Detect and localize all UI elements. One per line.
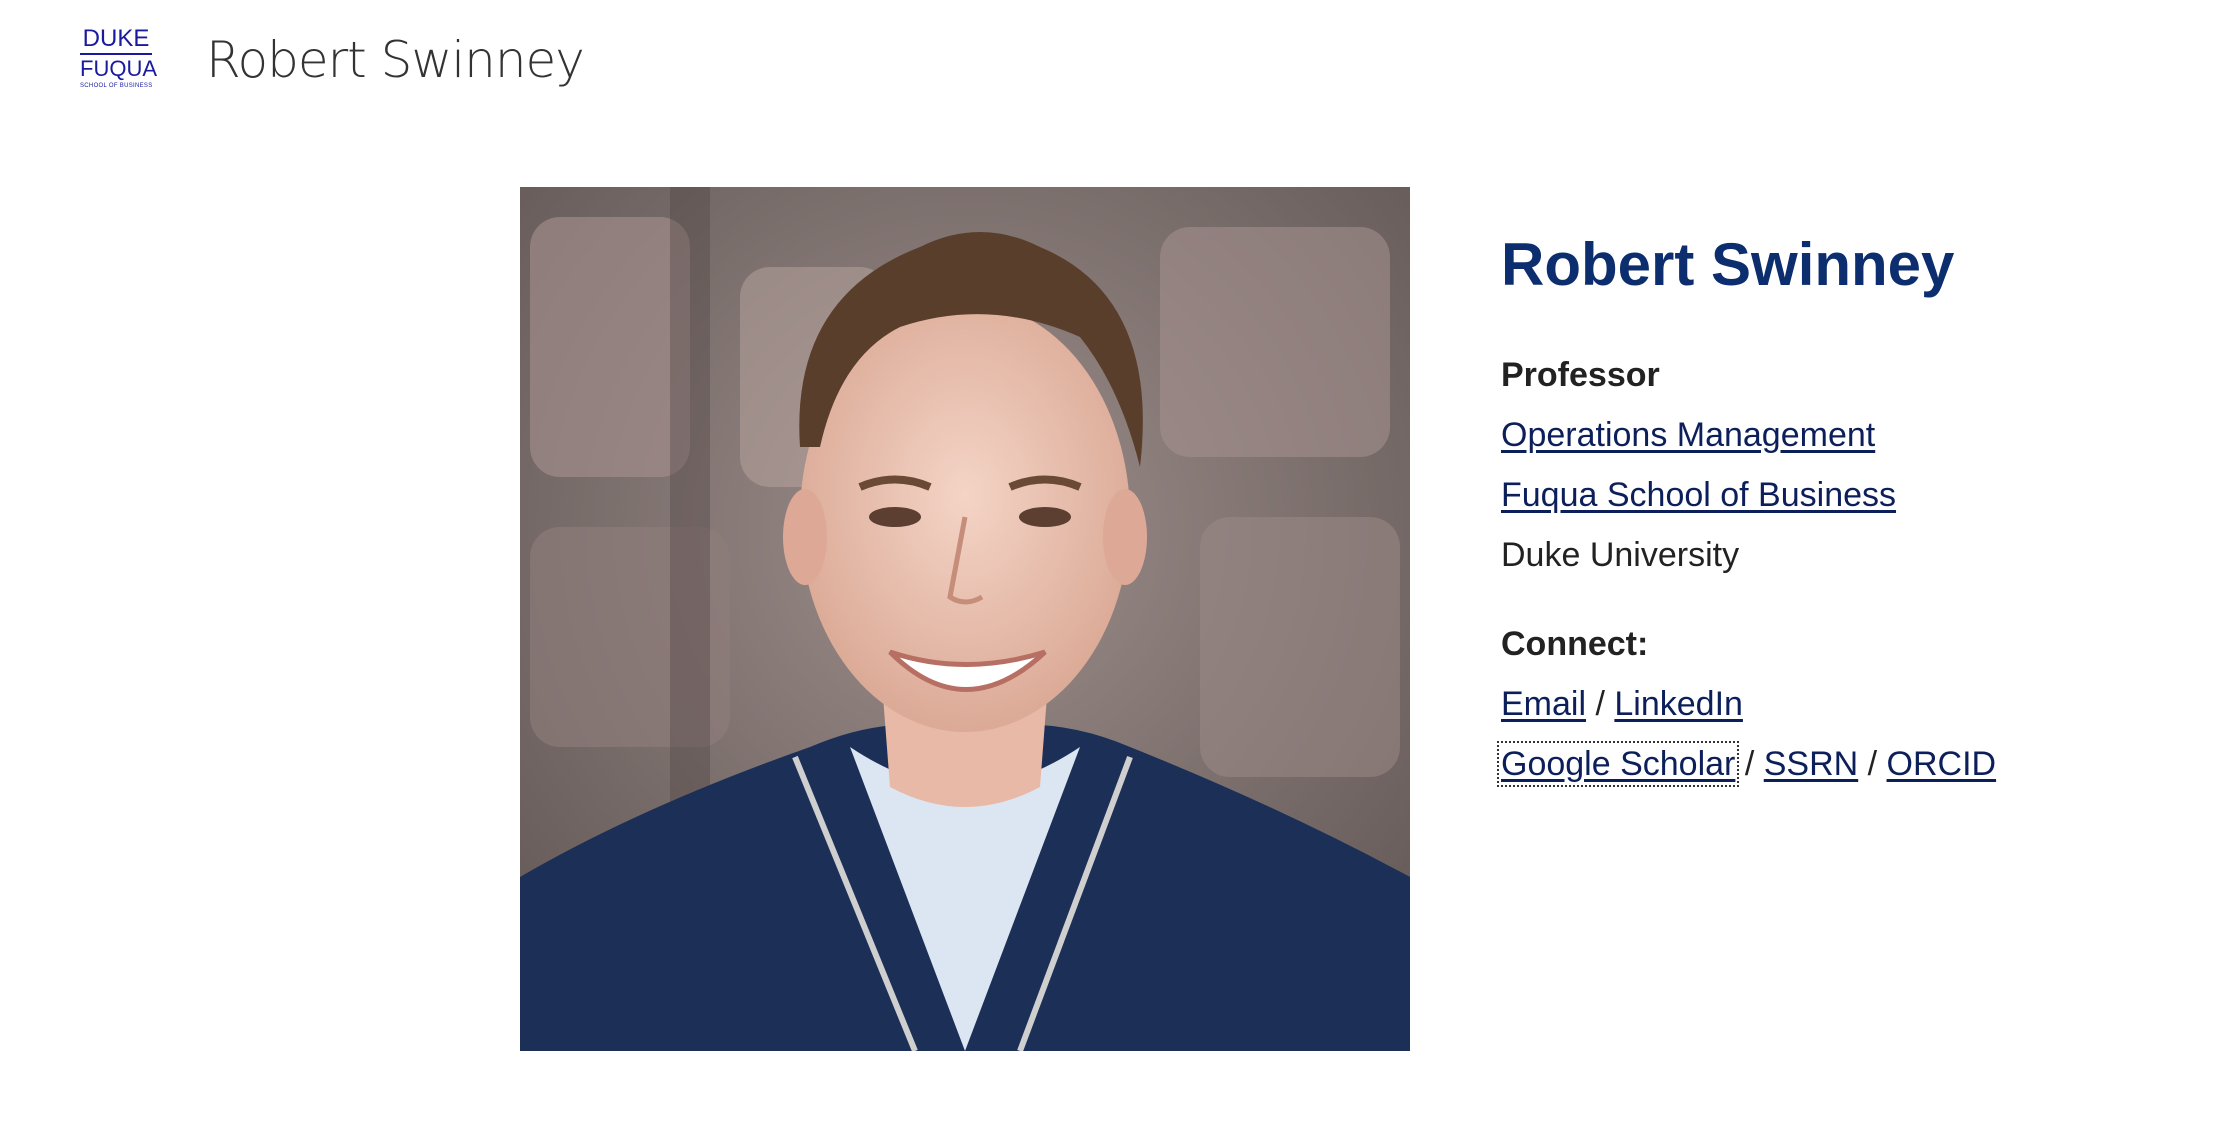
link-separator: / — [1586, 685, 1615, 723]
logo-line-duke: DUKE — [80, 26, 152, 55]
email-link[interactable]: Email — [1501, 685, 1586, 723]
links-row-2: Google Scholar / SSRN / ORCID — [1496, 734, 2201, 794]
department-line: Operations Management — [1501, 405, 2201, 465]
google-scholar-link[interactable]: Google Scholar — [1496, 741, 1740, 787]
profile-name: Robert Swinney — [1501, 231, 1955, 298]
link-separator: / — [1735, 745, 1764, 783]
profile-photo — [520, 187, 1410, 1051]
university-text: Duke University — [1501, 536, 1740, 574]
link-separator: / — [1858, 745, 1887, 783]
profile-info: Robert Swinney Professor Operations Mana… — [1496, 225, 2201, 794]
logo-line-school: SCHOOL OF BUSINESS — [80, 83, 153, 89]
orcid-link[interactable]: ORCID — [1887, 745, 1997, 783]
linkedin-link[interactable]: LinkedIn — [1614, 685, 1743, 723]
logo-line-fuqua: FUQUA — [80, 56, 157, 81]
ssrn-link[interactable]: SSRN — [1764, 745, 1858, 783]
department-link[interactable]: Operations Management — [1501, 416, 1875, 454]
links-row-1: Email / LinkedIn — [1501, 674, 2201, 734]
site-title[interactable]: Robert Swinney — [206, 30, 585, 90]
school-link[interactable]: Fuqua School of Business — [1501, 476, 1896, 514]
profile-photo-image — [520, 187, 1410, 1051]
duke-fuqua-logo[interactable]: DUKE FUQUA SCHOOL OF BUSINESS — [80, 26, 157, 92]
site-header: DUKE FUQUA SCHOOL OF BUSINESS Robert Swi… — [0, 0, 2236, 120]
school-line: Fuqua School of Business — [1501, 465, 2201, 525]
profile-title: Professor — [1501, 356, 1660, 394]
connect-label: Connect: — [1501, 625, 1649, 663]
